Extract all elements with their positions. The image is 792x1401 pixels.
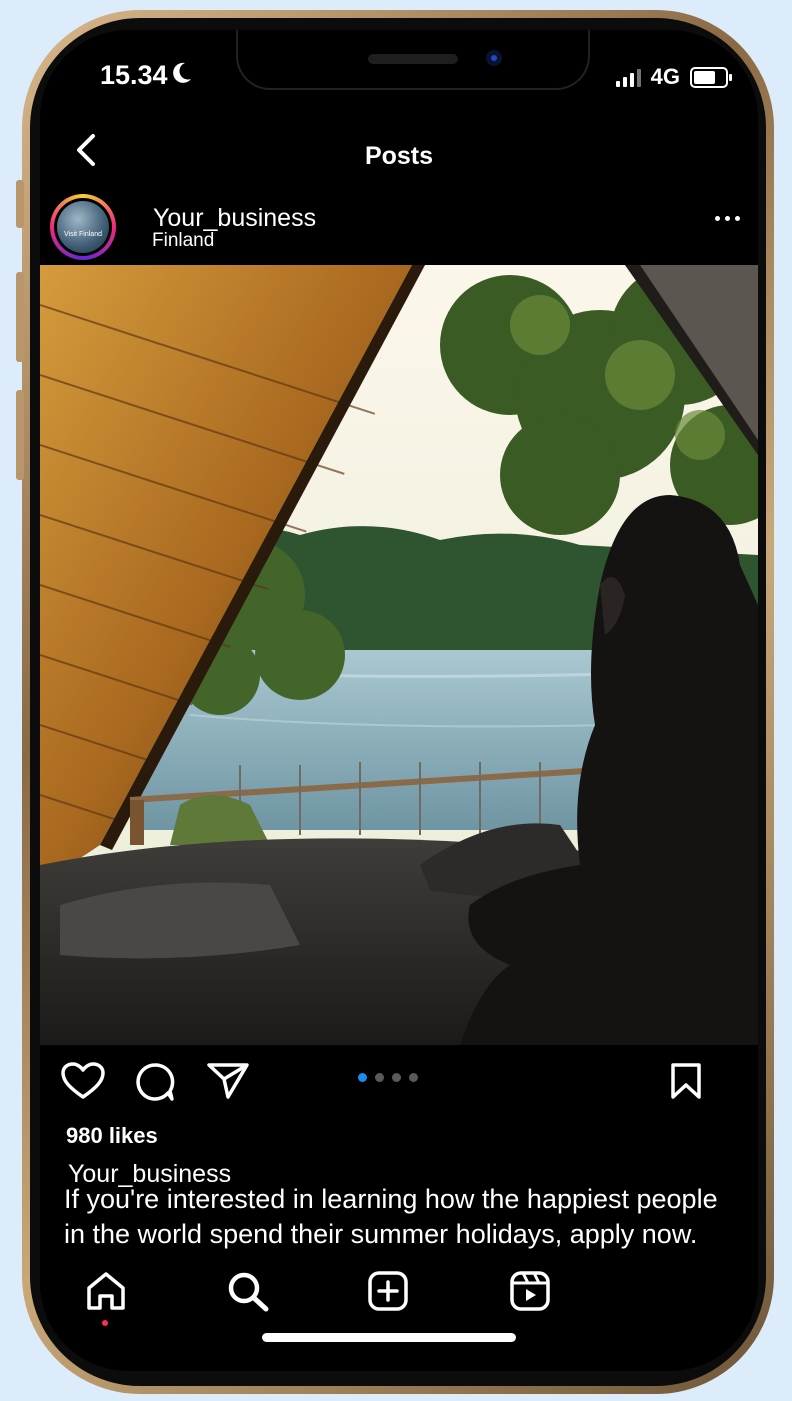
- moon-icon: [172, 60, 192, 91]
- reels-icon[interactable]: [508, 1270, 552, 1317]
- status-time: 15.34: [100, 60, 192, 91]
- battery-icon: [690, 66, 732, 88]
- home-indicator[interactable]: [262, 1333, 516, 1342]
- post-image[interactable]: [40, 265, 758, 1045]
- comment-icon[interactable]: [134, 1061, 176, 1108]
- avatar[interactable]: Visit Finland: [50, 194, 116, 260]
- share-send-icon[interactable]: [206, 1061, 250, 1106]
- like-heart-icon[interactable]: [60, 1061, 106, 1106]
- bookmark-icon[interactable]: [668, 1061, 704, 1106]
- speaker: [368, 54, 458, 64]
- carousel-dot: [375, 1073, 384, 1082]
- front-camera: [486, 50, 502, 66]
- carousel-dot-active: [358, 1073, 367, 1082]
- post-actions: [40, 1055, 758, 1115]
- likes-count[interactable]: 980 likes: [66, 1123, 158, 1149]
- avatar-label: Visit Finland: [63, 230, 102, 238]
- volume-up-button: [16, 272, 24, 362]
- bottom-tab-bar: [40, 1252, 758, 1362]
- post-username[interactable]: Your_business: [153, 204, 316, 233]
- post-location[interactable]: Finland: [152, 230, 214, 252]
- notch: [236, 30, 590, 90]
- network-type: 4G: [650, 64, 680, 89]
- status-time-text: 15.34: [100, 60, 168, 90]
- more-options-icon[interactable]: [715, 216, 740, 221]
- carousel-dots: [358, 1073, 418, 1082]
- page-title: Posts: [364, 142, 434, 170]
- carousel-dot: [392, 1073, 401, 1082]
- nav-bar: Posts: [40, 120, 758, 184]
- create-post-icon[interactable]: [366, 1270, 410, 1317]
- avatar-image: Visit Finland: [57, 201, 109, 253]
- status-indicators: 4G: [615, 64, 732, 90]
- volume-down-button: [16, 390, 24, 480]
- phone-screen: 15.34 4G Posts Visit Finland Your_busine…: [40, 30, 758, 1371]
- search-icon[interactable]: [226, 1270, 270, 1317]
- home-icon[interactable]: [84, 1270, 128, 1326]
- post-caption: If you're interested in learning how the…: [64, 1184, 718, 1249]
- carousel-dot: [409, 1073, 418, 1082]
- notification-dot: [102, 1320, 108, 1326]
- signal-icon: [615, 67, 641, 87]
- post-header: Visit Finland Your_business Finland: [40, 186, 758, 262]
- mute-switch: [16, 180, 24, 228]
